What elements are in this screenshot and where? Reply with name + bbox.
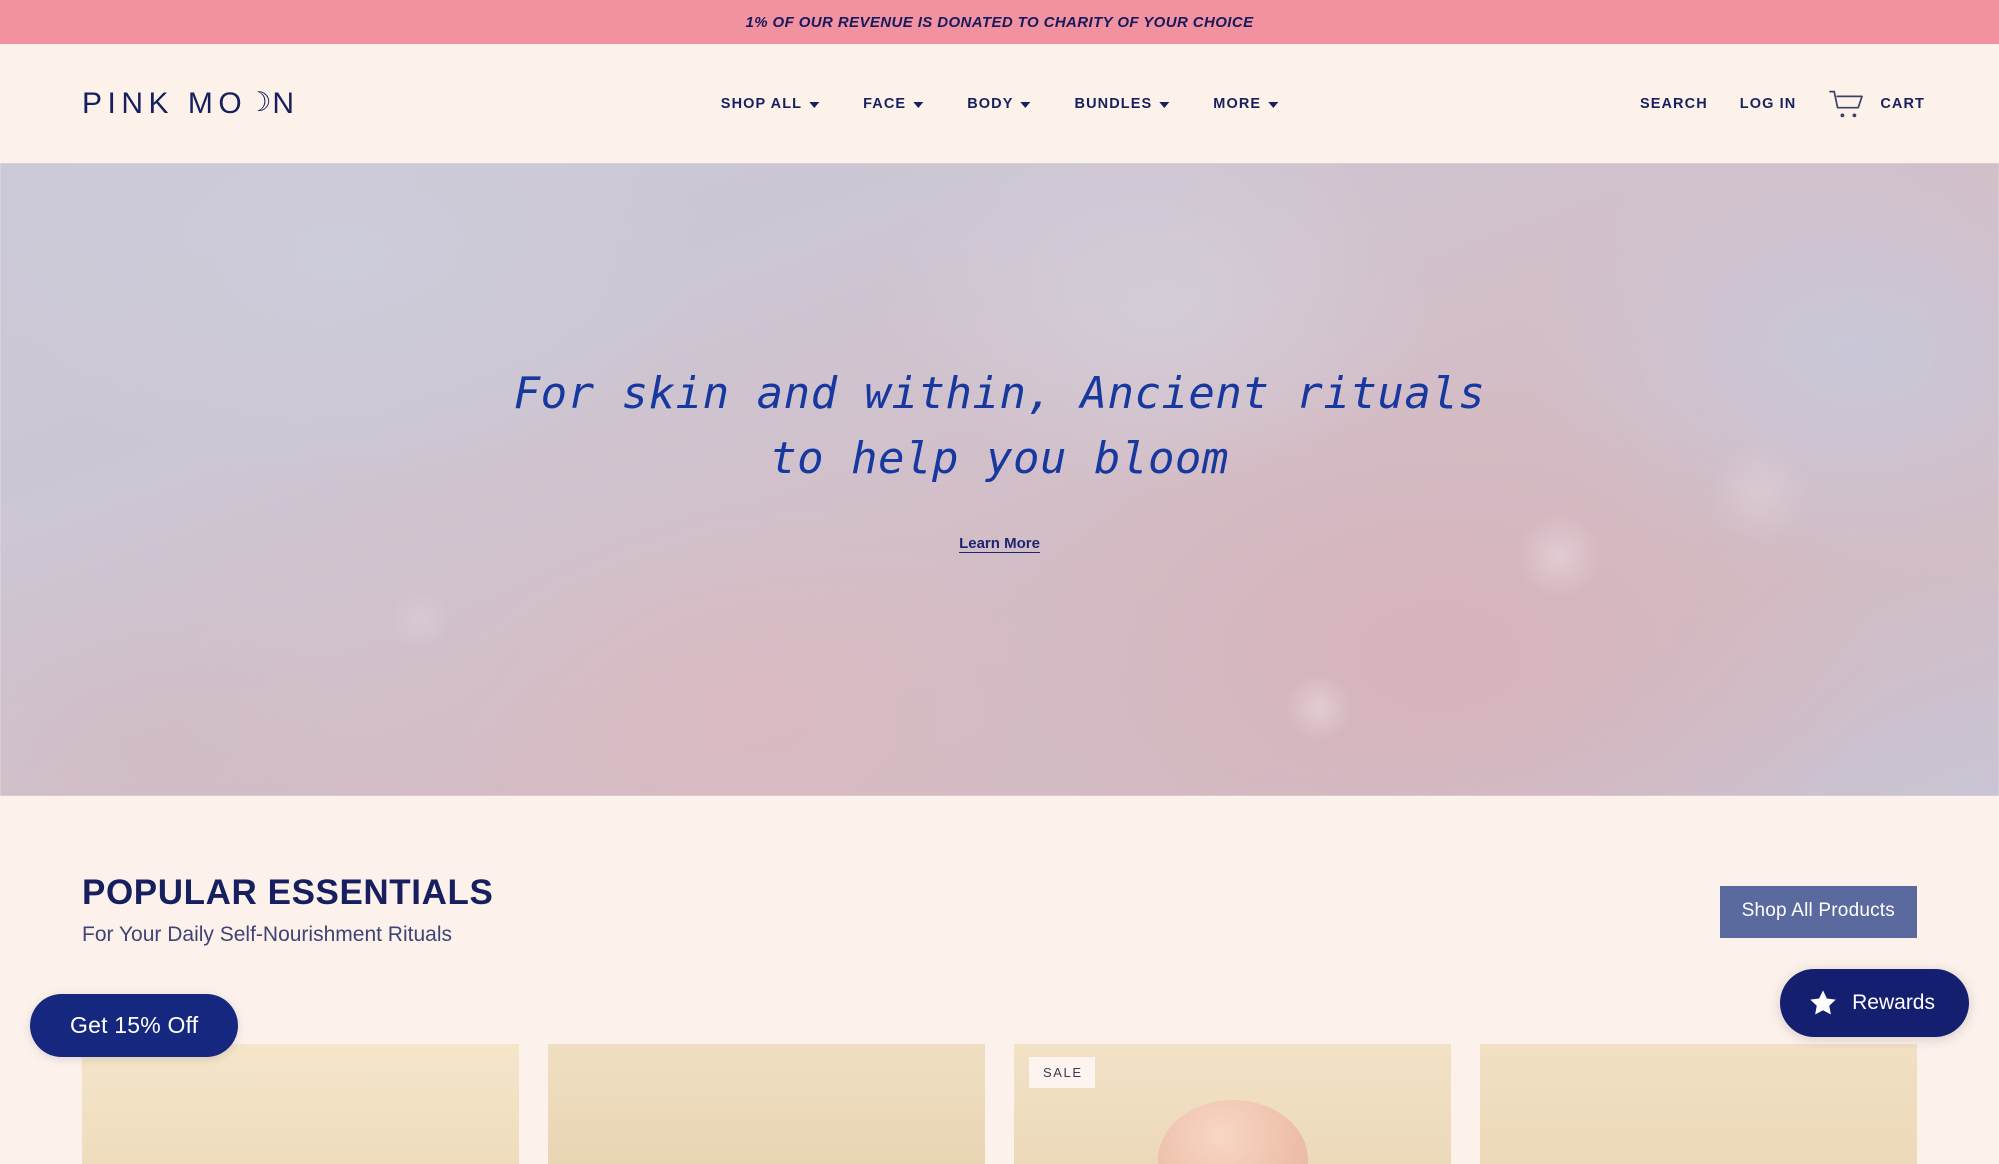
product-grid: SALE [82, 1044, 1917, 1164]
announcement-text: 1% OF OUR REVENUE IS DONATED TO CHARITY … [745, 14, 1253, 31]
crescent-moon-icon: ☽ [247, 89, 271, 116]
chevron-down-icon [1159, 102, 1169, 108]
header-actions: SEARCH LOG IN CART [1640, 89, 1925, 119]
chevron-down-icon [913, 102, 923, 108]
search-button[interactable]: SEARCH [1640, 96, 1708, 112]
chevron-down-icon [809, 102, 819, 108]
logo-text-part1: PINK MO [82, 87, 247, 121]
nav-label: FACE [863, 96, 906, 112]
essentials-header: POPULAR ESSENTIALS For Your Daily Self-N… [0, 796, 1999, 947]
logo-text-part2: N [272, 87, 299, 121]
hero-content: For skin and within, Ancient rituals to … [0, 163, 1999, 796]
product-card[interactable] [548, 1044, 985, 1164]
product-thumbnail-shape [1158, 1100, 1308, 1164]
nav-item-shop-all[interactable]: SHOP ALL [721, 96, 819, 112]
announcement-bar: 1% OF OUR REVENUE IS DONATED TO CHARITY … [0, 0, 1999, 44]
site-logo[interactable]: PINK MO☽N [82, 87, 300, 121]
hero-heading-line-2: to help you bloom [770, 433, 1229, 484]
hero-heading: For skin and within, Ancient rituals to … [514, 361, 1486, 491]
get-discount-button[interactable]: Get 15% Off [30, 994, 238, 1057]
chevron-down-icon [1268, 102, 1278, 108]
hero-banner: For skin and within, Ancient rituals to … [0, 163, 1999, 796]
cart-button[interactable]: CART [1828, 89, 1925, 119]
nav-item-more[interactable]: MORE [1213, 96, 1278, 112]
star-icon [1808, 988, 1838, 1018]
shopping-cart-icon [1828, 89, 1866, 119]
nav-item-bundles[interactable]: BUNDLES [1074, 96, 1169, 112]
product-image [1480, 1044, 1917, 1164]
main-navigation: SHOP ALL FACE BODY BUNDLES MORE [721, 96, 1278, 112]
learn-more-link[interactable]: Learn More [959, 535, 1040, 552]
hero-heading-line-1: For skin and within, Ancient rituals [514, 368, 1486, 419]
login-button[interactable]: LOG IN [1740, 96, 1797, 112]
section-title: POPULAR ESSENTIALS [82, 874, 493, 913]
product-card[interactable]: SALE [1014, 1044, 1451, 1164]
nav-label: BODY [967, 96, 1013, 112]
product-card[interactable] [82, 1044, 519, 1164]
section-subtitle: For Your Daily Self-Nourishment Rituals [82, 923, 493, 947]
essentials-headings: POPULAR ESSENTIALS For Your Daily Self-N… [82, 874, 493, 947]
nav-label: MORE [1213, 96, 1261, 112]
shop-all-products-button[interactable]: Shop All Products [1720, 886, 1917, 938]
product-image [548, 1044, 985, 1164]
nav-item-face[interactable]: FACE [863, 96, 923, 112]
nav-item-body[interactable]: BODY [967, 96, 1030, 112]
product-image [82, 1044, 519, 1164]
cart-label: CART [1880, 96, 1925, 112]
chevron-down-icon [1020, 102, 1030, 108]
nav-label: SHOP ALL [721, 96, 802, 112]
nav-label: BUNDLES [1074, 96, 1152, 112]
rewards-label: Rewards [1852, 991, 1935, 1015]
rewards-widget-button[interactable]: Rewards [1780, 969, 1969, 1037]
product-card[interactable] [1480, 1044, 1917, 1164]
site-header: PINK MO☽N SHOP ALL FACE BODY BUNDLES MOR… [0, 44, 1999, 163]
popular-essentials-section: POPULAR ESSENTIALS For Your Daily Self-N… [0, 796, 1999, 1117]
